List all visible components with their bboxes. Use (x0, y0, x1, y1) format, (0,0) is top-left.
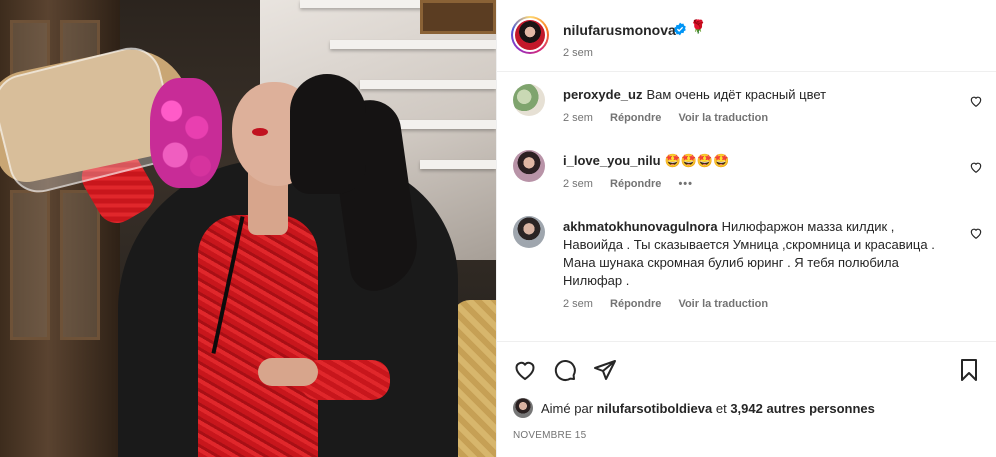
bouquet-roses (150, 78, 222, 188)
comment-username[interactable]: i_love_you_nilu (563, 153, 661, 168)
reply-button[interactable]: Répondre (610, 298, 661, 310)
post-time: 2 sem (563, 47, 593, 59)
liker-avatar[interactable] (513, 398, 533, 418)
picture-frame (420, 0, 496, 34)
commenter-avatar[interactable] (513, 216, 545, 248)
small-heart-icon[interactable] (969, 94, 983, 108)
reply-button[interactable]: Répondre (610, 112, 661, 124)
post-photo[interactable] (0, 0, 496, 457)
comment-body: i_love_you_nilu 🤩🤩🤩🤩 (563, 152, 963, 170)
post-action-bar (497, 341, 996, 397)
heart-icon[interactable] (513, 358, 537, 382)
post-date[interactable]: NOVEMBRE 15 (513, 430, 586, 441)
comment-body: akhmatokhunovagulnora Нилюфаржон мазза ки… (563, 218, 957, 290)
verified-badge-icon (674, 22, 686, 36)
comment-meta: 2 sem Répondre Voir la traduction (563, 298, 782, 310)
translate-button[interactable]: Voir la traduction (678, 112, 768, 124)
comment-icon[interactable] (553, 358, 577, 382)
translate-button[interactable]: Voir la traduction (678, 298, 768, 310)
comment-text: 🤩🤩🤩🤩 (664, 153, 730, 168)
photo-chair (452, 300, 496, 457)
commenter-avatar[interactable] (513, 150, 545, 182)
reply-button[interactable]: Répondre (610, 178, 661, 190)
more-options-icon[interactable]: ••• (678, 178, 693, 190)
likes-prefix: Aimé par (541, 401, 594, 416)
likes-text: Aimé par nilufarsotiboldieva et 3,942 au… (541, 401, 875, 416)
post-header: nilufarusmonova 🌹 2 sem (497, 0, 996, 72)
likes-count[interactable]: 3,942 autres personnes (730, 401, 875, 416)
small-heart-icon[interactable] (969, 160, 983, 174)
share-icon[interactable] (593, 358, 617, 382)
likes-middle: et (715, 401, 727, 416)
comment-time: 2 sem (563, 298, 593, 310)
post-side-panel: nilufarusmonova 🌹 2 sem peroxyde_uz Вам о… (496, 0, 996, 457)
commenter-avatar[interactable] (513, 84, 545, 116)
comment-body: peroxyde_uz Вам очень идёт красный цвет (563, 86, 963, 104)
comment-username[interactable]: akhmatokhunovagulnora (563, 219, 718, 234)
comment-username[interactable]: peroxyde_uz (563, 87, 642, 102)
liker-username[interactable]: nilufarsotiboldieva (597, 401, 713, 416)
comment-time: 2 sem (563, 112, 593, 124)
bookmark-icon[interactable] (957, 358, 981, 382)
comment-text: Вам очень идёт красный цвет (646, 87, 827, 102)
author-avatar[interactable] (511, 16, 549, 54)
comment-meta: 2 sem Répondre ••• (563, 178, 707, 190)
likes-summary: Aimé par nilufarsotiboldieva et 3,942 au… (513, 398, 993, 422)
rose-emoji: 🌹 (690, 19, 707, 34)
author-username[interactable]: nilufarusmonova (563, 22, 676, 38)
small-heart-icon[interactable] (969, 226, 983, 240)
comment-meta: 2 sem Répondre Voir la traduction (563, 112, 782, 124)
comment-time: 2 sem (563, 178, 593, 190)
